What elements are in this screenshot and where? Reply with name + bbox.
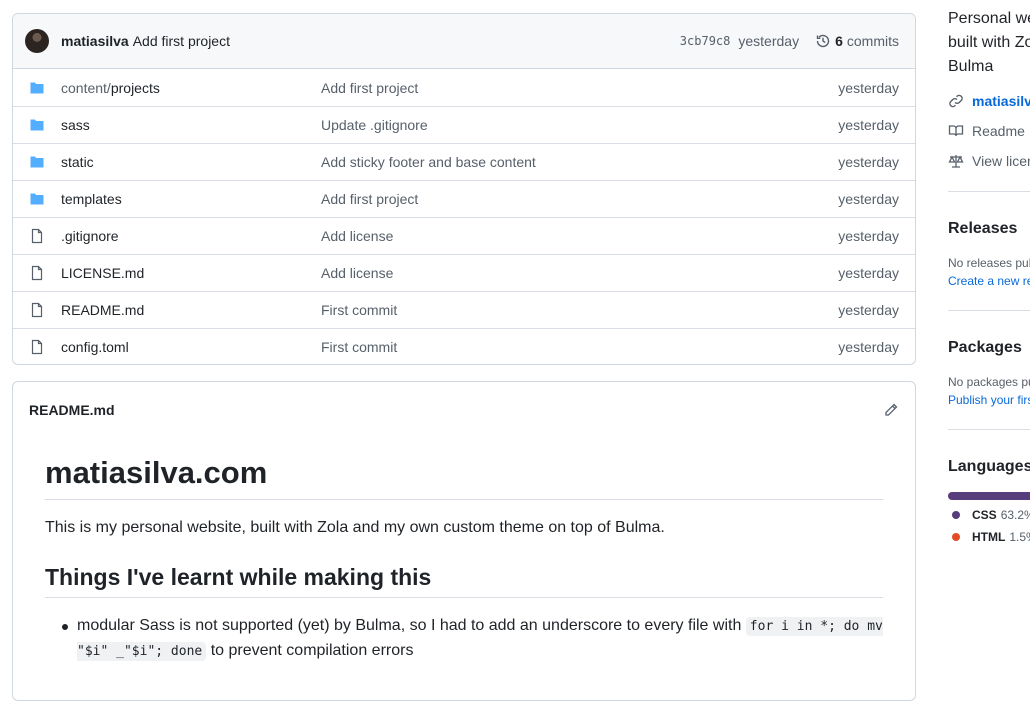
file-commit-message[interactable]: First commit	[321, 302, 838, 318]
history-icon	[816, 34, 830, 48]
file-name-label[interactable]: sass	[61, 117, 90, 133]
readme-link-label: Readme	[972, 123, 1025, 139]
license-link-label: View license	[972, 153, 1030, 169]
commits-history-link[interactable]: 6 commits	[815, 33, 899, 49]
about-description: Personal website built with Zola and Bul…	[948, 10, 1030, 75]
file-icon	[31, 265, 43, 281]
link-icon	[949, 94, 963, 108]
scale-icon	[948, 155, 964, 168]
website-url[interactable]: matiasilva.com	[972, 93, 1030, 109]
file-row[interactable]: content/projects Add first project yesterd…	[13, 69, 915, 106]
folder-icon	[30, 193, 44, 205]
latest-commit-bar: matiasilva Add first project 3cb79c8 yes…	[13, 14, 915, 69]
releases-title[interactable]: Releases	[948, 220, 1030, 238]
file-commit-date: yesterday	[838, 339, 899, 355]
file-name[interactable]: README.md	[61, 302, 321, 318]
file-icon	[31, 339, 43, 355]
divider	[948, 191, 1030, 192]
file-name-label[interactable]: README.md	[61, 302, 144, 318]
publish-package-link[interactable]: Publish your first package	[948, 393, 1030, 407]
readme-panel: README.md matiasilva.com This is my pers…	[12, 381, 916, 701]
file-commit-date: yesterday	[838, 191, 899, 207]
language-color-dot	[952, 511, 960, 519]
commits-count: 6	[835, 33, 843, 49]
file-browser: matiasilva Add first project 3cb79c8 yes…	[12, 13, 916, 365]
divider	[948, 310, 1030, 311]
language-item[interactable]: CSS63.2%	[948, 508, 1030, 522]
file-path-prefix[interactable]: content/	[61, 80, 111, 96]
file-row[interactable]: config.toml First commit yesterday	[13, 328, 915, 364]
language-percent: 1.5%	[1009, 530, 1030, 544]
file-row[interactable]: static Add sticky footer and base content…	[13, 143, 915, 180]
file-name-label[interactable]: .gitignore	[61, 228, 119, 244]
file-name[interactable]: templates	[61, 191, 321, 207]
list-item: modular Sass is not supported (yet) by B…	[62, 614, 883, 664]
file-icon	[31, 228, 43, 244]
create-release-link[interactable]: Create a new release	[948, 274, 1030, 288]
divider	[948, 429, 1030, 430]
readme-link[interactable]: Readme	[948, 123, 1030, 139]
file-row[interactable]: templates Add first project yesterday	[13, 180, 915, 217]
commit-author[interactable]: matiasilva	[61, 33, 129, 49]
file-commit-message[interactable]: Add sticky footer and base content	[321, 154, 838, 170]
language-item[interactable]: HTML1.5%	[948, 530, 1030, 544]
book-icon	[948, 125, 964, 137]
file-name[interactable]: static	[61, 154, 321, 170]
file-name-label[interactable]: LICENSE.md	[61, 265, 144, 281]
file-commit-date: yesterday	[838, 79, 899, 96]
file-row[interactable]: sass Update .gitignore yesterday	[13, 106, 915, 143]
file-name-label[interactable]: templates	[61, 191, 122, 207]
folder-icon	[30, 119, 44, 131]
bullet-tail: to prevent compilation errors	[210, 642, 414, 659]
readme-intro: This is my personal website, built with …	[45, 519, 665, 536]
language-bar	[948, 492, 1030, 500]
languages-title: Languages	[948, 458, 1030, 475]
file-name[interactable]: .gitignore	[61, 228, 321, 244]
file-name-label[interactable]: config.toml	[61, 339, 129, 355]
license-link[interactable]: View license	[948, 153, 1030, 169]
language-color-dot	[952, 533, 960, 541]
file-commit-message[interactable]: Update .gitignore	[321, 117, 838, 133]
readme-filename[interactable]: README.md	[29, 402, 115, 418]
releases-empty: No releases published	[948, 256, 1030, 270]
file-commit-date: yesterday	[838, 302, 899, 318]
pencil-icon[interactable]	[883, 402, 899, 418]
file-commit-message[interactable]: First commit	[321, 339, 838, 355]
file-commit-message[interactable]: Add first project	[321, 80, 838, 96]
readme-heading: matiasilva.com	[45, 437, 883, 500]
file-row[interactable]: README.md First commit yesterday	[13, 291, 915, 328]
commit-date: yesterday	[738, 33, 800, 49]
file-name[interactable]: config.toml	[61, 339, 321, 355]
commits-label: commits	[846, 33, 899, 49]
folder-icon	[30, 156, 44, 168]
file-icon	[31, 302, 43, 318]
file-commit-date: yesterday	[838, 228, 899, 244]
file-commit-date: yesterday	[838, 265, 899, 281]
avatar[interactable]	[25, 29, 49, 53]
language-name: HTML	[972, 530, 1006, 544]
file-row[interactable]: .gitignore Add license yesterday	[13, 217, 915, 254]
file-name-label[interactable]: static	[61, 154, 94, 170]
repo-sidebar: Personal website built with Zola and Bul…	[948, 0, 1030, 715]
file-name[interactable]: LICENSE.md	[61, 265, 321, 281]
file-commit-date: yesterday	[838, 154, 899, 170]
file-row[interactable]: LICENSE.md Add license yesterday	[13, 254, 915, 291]
file-commit-message[interactable]: Add license	[321, 265, 838, 281]
file-name-label[interactable]: projects	[111, 80, 160, 96]
file-commit-message[interactable]: Add first project	[321, 191, 838, 207]
language-percent: 63.2%	[1000, 508, 1030, 522]
readme-subheading: Things I've learnt while making this	[45, 564, 883, 598]
packages-title[interactable]: Packages	[948, 339, 1030, 357]
website-link[interactable]: matiasilva.com	[948, 93, 1030, 109]
packages-empty: No packages published	[948, 375, 1030, 389]
file-commit-message[interactable]: Add license	[321, 228, 838, 244]
bullet-text: modular Sass is not supported (yet) by B…	[77, 617, 742, 634]
commit-message[interactable]: Add first project	[133, 33, 680, 49]
language-name: CSS	[972, 508, 997, 522]
file-name[interactable]: sass	[61, 117, 321, 133]
folder-icon	[30, 82, 44, 93]
commit-hash[interactable]: 3cb79c8	[680, 34, 731, 48]
file-name[interactable]: content/projects	[61, 80, 321, 96]
file-commit-date: yesterday	[838, 117, 899, 133]
